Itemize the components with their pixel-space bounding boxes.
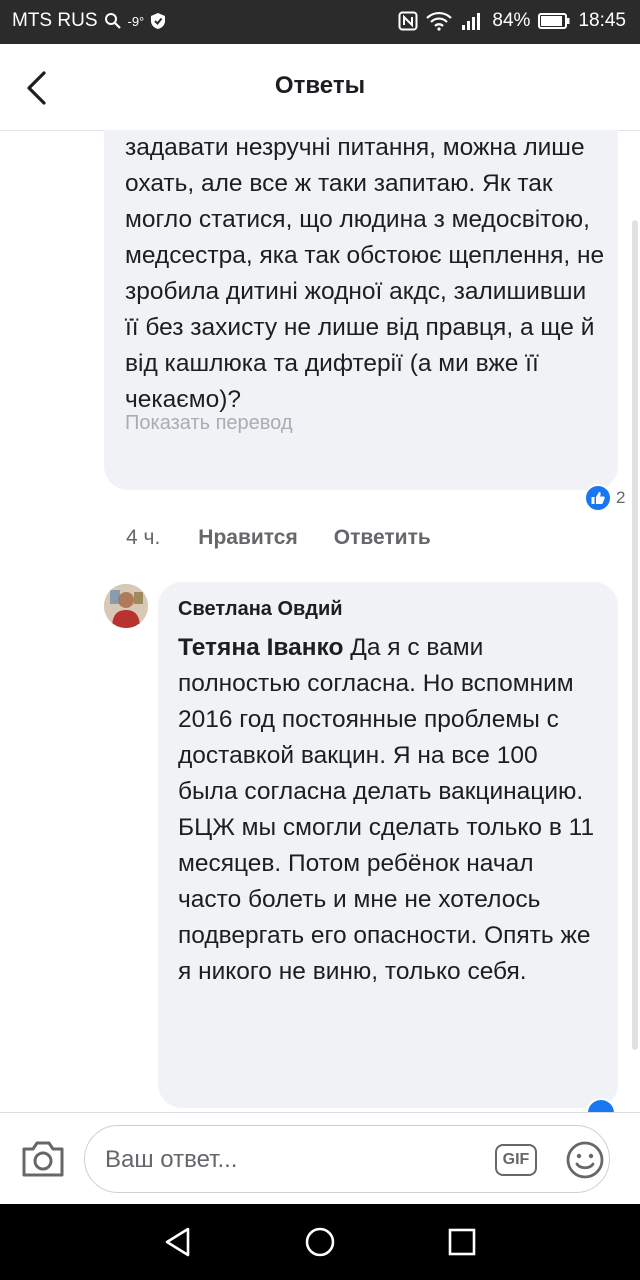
nav-home-button[interactable] <box>302 1224 338 1260</box>
wifi-icon <box>426 11 453 31</box>
comment-bubble[interactable]: Светлана Овдий Тетяна Іванко Да я с вами… <box>158 582 618 1108</box>
clock: 18:45 <box>578 10 626 31</box>
thumbs-up-icon <box>584 484 612 512</box>
replies-thread: задавати незручні питання, можна лише ох… <box>0 130 640 1112</box>
triangle-back-icon <box>165 1227 190 1257</box>
battery-percent: 84% <box>492 10 531 31</box>
camera-button[interactable] <box>20 1139 66 1179</box>
shield-icon <box>150 12 166 30</box>
reaction-summary[interactable]: 2 <box>584 484 625 512</box>
comment-bubble[interactable]: задавати незручні питання, можна лише ох… <box>104 130 618 490</box>
comment-text: задавати незручні питання, можна лише ох… <box>125 134 605 413</box>
comment-body: Да я с вами полностью согласна. Но вспом… <box>178 634 595 985</box>
avatar[interactable] <box>104 584 148 628</box>
reply-button[interactable]: Ответить <box>334 526 431 550</box>
camera-icon <box>22 1141 64 1177</box>
signal-icon <box>460 11 484 31</box>
reply-input[interactable]: Ваш ответ... GIF <box>84 1125 610 1193</box>
comment-author[interactable]: Светлана Овдий <box>178 598 343 621</box>
smiley-icon <box>566 1141 604 1179</box>
nav-recents-button[interactable] <box>444 1224 480 1260</box>
mention-link[interactable]: Тетяна Іванко <box>178 634 343 661</box>
like-button[interactable]: Нравится <box>198 526 297 550</box>
circle-home-icon <box>305 1227 335 1257</box>
comment-timestamp: 4 ч. <box>126 526 161 549</box>
app-header: Ответы <box>0 44 640 131</box>
battery-icon <box>538 13 570 29</box>
emoji-button[interactable] <box>565 1140 605 1180</box>
comment-text: Тетяна Іванко Да я с вами полностью согл… <box>178 630 598 990</box>
temperature-label: -9° <box>127 13 145 29</box>
nfc-icon <box>398 11 418 31</box>
search-icon <box>104 12 122 30</box>
show-translation-link[interactable]: Показать перевод <box>125 412 293 435</box>
page-title: Ответы <box>274 72 366 99</box>
status-bar: MTS RUS -9° 84% 18:45 <box>0 0 640 44</box>
scrollbar[interactable] <box>632 220 638 1050</box>
reply-placeholder: Ваш ответ... <box>105 1146 238 1173</box>
comment-actions: 4 ч. Нравится Ответить <box>126 526 431 550</box>
nav-back-button[interactable] <box>160 1224 196 1260</box>
avatar-photo <box>104 584 148 628</box>
system-nav-bar <box>0 1204 640 1280</box>
carrier-label: MTS RUS <box>12 10 98 31</box>
gif-button[interactable]: GIF <box>495 1144 537 1176</box>
reaction-count: 2 <box>616 488 626 507</box>
square-recents-icon <box>448 1228 476 1256</box>
reply-composer: Ваш ответ... GIF <box>0 1112 640 1205</box>
